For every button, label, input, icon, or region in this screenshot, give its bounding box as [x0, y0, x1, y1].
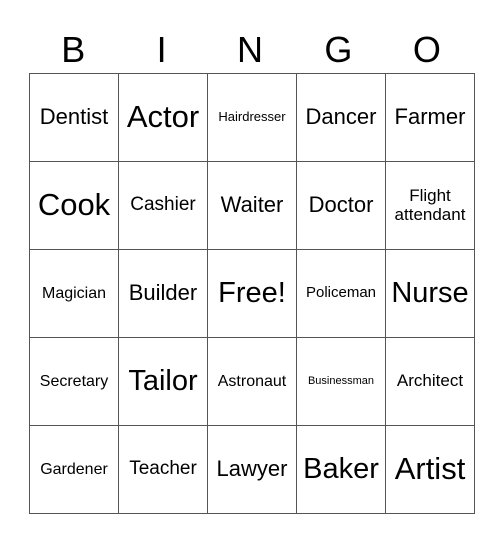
bingo-cell: Builder [118, 249, 208, 338]
free-space-cell: Free! [207, 249, 297, 338]
bingo-cell: Teacher [118, 425, 208, 514]
bingo-cell: Magician [29, 249, 119, 338]
bingo-cell: Actor [118, 73, 208, 162]
bingo-cell: Cook [29, 161, 119, 250]
grid-row: Secretary Tailor Astronaut Businessman A… [29, 337, 475, 426]
bingo-cell: Dancer [296, 73, 386, 162]
bingo-cell: Hairdresser [207, 73, 297, 162]
bingo-cell: Farmer [385, 73, 475, 162]
bingo-grid: Dentist Actor Hairdresser Dancer Farmer … [29, 73, 475, 514]
bingo-cell: Businessman [296, 337, 386, 426]
grid-row: Magician Builder Free! Policeman Nurse [29, 249, 475, 338]
bingo-cell: Gardener [29, 425, 119, 514]
bingo-cell: Lawyer [207, 425, 297, 514]
bingo-cell: Nurse [385, 249, 475, 338]
bingo-cell: Flight attendant [385, 161, 475, 250]
bingo-cell: Artist [385, 425, 475, 514]
header-letter-n: N [237, 29, 264, 70]
grid-row: Dentist Actor Hairdresser Dancer Farmer [29, 73, 475, 162]
header-letter-i: I [156, 29, 167, 70]
bingo-cell: Tailor [118, 337, 208, 426]
grid-row: Gardener Teacher Lawyer Baker Artist [29, 425, 475, 514]
bingo-cell: Cashier [118, 161, 208, 250]
bingo-cell: Secretary [29, 337, 119, 426]
bingo-cell: Waiter [207, 161, 297, 250]
grid-row: Cook Cashier Waiter Doctor Flight attend… [29, 161, 475, 250]
bingo-cell: Baker [296, 425, 386, 514]
header-letter-g: G [324, 29, 353, 70]
bingo-header: B I N G O [29, 28, 471, 72]
header-letter-b: B [61, 29, 86, 70]
bingo-cell: Doctor [296, 161, 386, 250]
bingo-cell: Dentist [29, 73, 119, 162]
bingo-cell: Policeman [296, 249, 386, 338]
bingo-cell: Astronaut [207, 337, 297, 426]
header-letter-o: O [412, 29, 441, 70]
bingo-cell: Architect [385, 337, 475, 426]
